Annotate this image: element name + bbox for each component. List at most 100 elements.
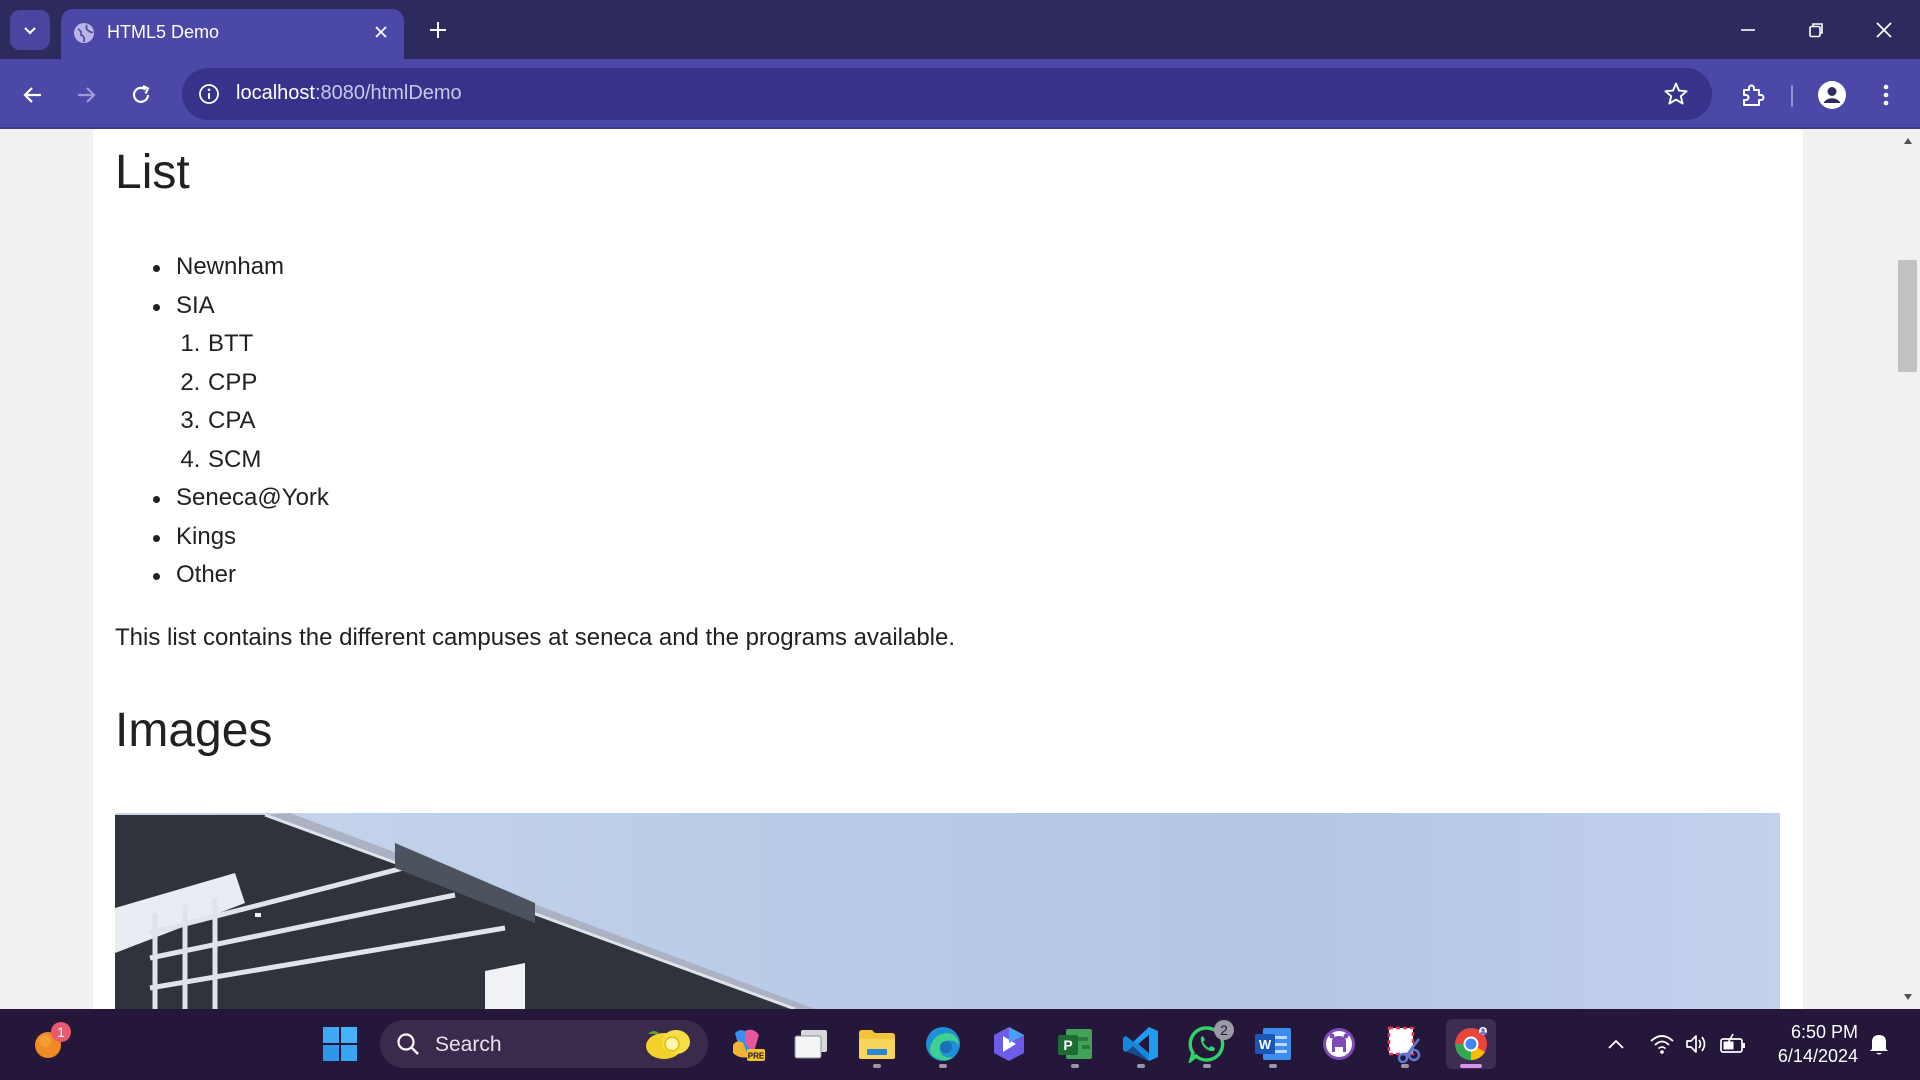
chrome-icon [1455,1027,1487,1061]
tab-search-button[interactable] [10,10,50,50]
page-viewport: List Newnham SIA 1. BTT 2. CPP 3. CPA 4.… [0,129,1920,1009]
address-bar[interactable]: localhost:8080/htmlDemo [182,68,1712,120]
taskbar-app-whatsapp[interactable]: 2 [1182,1019,1234,1069]
widgets-button[interactable]: 1 [23,1019,73,1069]
search-placeholder: Search [435,1033,502,1056]
forward-button[interactable] [66,75,106,115]
sub-list-number: 4. [180,445,207,473]
show-hidden-icons-button[interactable] [1601,1027,1631,1061]
taskbar-app-file-explorer[interactable] [852,1019,902,1069]
bing-icon [994,1027,1024,1061]
taskbar-search[interactable]: Search [380,1020,708,1068]
running-indicator [1203,1064,1211,1068]
windows-logo-icon [323,1027,357,1061]
list-item: Kings [115,522,329,561]
minimize-button[interactable] [1728,14,1768,46]
sub-list-item: 2. CPP [115,368,329,407]
profile-button[interactable] [1812,75,1852,115]
list-description: This list contains the different campuse… [115,624,956,651]
task-view-icon [794,1030,827,1059]
taskbar-app-bing[interactable] [984,1019,1034,1069]
bookmark-button[interactable] [1662,80,1690,108]
running-indicator [939,1064,947,1068]
running-indicator [1269,1064,1277,1068]
new-tab-button[interactable] [424,16,452,44]
volume-button[interactable] [1681,1027,1711,1061]
site-info-button[interactable] [194,79,224,109]
taskbar: 1 Search PRE P 2 W 6:50 PM 6/14/2024 [0,1009,1920,1080]
star-icon [1664,82,1688,105]
sub-list-item: 4. SCM [115,445,329,484]
browser-tab[interactable]: HTML5 Demo [61,9,404,59]
bullet [153,303,160,311]
scroll-thumb[interactable] [1898,260,1917,372]
triangle-up-icon [1903,138,1912,144]
chevron-down-icon [24,27,36,35]
bullet [153,573,160,580]
list-heading: List [115,146,190,199]
battery-button[interactable] [1718,1027,1748,1061]
scroll-up-button[interactable] [1895,129,1920,153]
arrow-right-icon [78,87,96,103]
running-indicator [873,1064,881,1068]
taskbar-app-vscode[interactable] [1116,1019,1166,1069]
notification-badge: 1 [51,1022,71,1042]
scroll-down-button[interactable] [1895,985,1920,1009]
url-text[interactable]: localhost:8080/htmlDemo [236,82,462,105]
plus-icon [430,22,446,38]
extensions-button[interactable] [1733,75,1773,115]
word-icon: W [1255,1028,1291,1060]
edge-icon [926,1027,960,1061]
list-item: Newnham [115,252,329,291]
taskbar-app-snipping-tool[interactable] [1380,1019,1430,1069]
puzzle-icon [1743,84,1765,106]
more-vertical-icon [1883,84,1889,106]
taskbar-app-copilot[interactable]: PRE [721,1019,771,1069]
speaker-icon [1686,1035,1706,1053]
tab-title: HTML5 Demo [107,22,220,42]
close-icon [1876,22,1892,38]
list-item-label: Kings [176,522,237,550]
tab-strip: HTML5 Demo [0,0,1920,59]
campus-list: Newnham SIA 1. BTT 2. CPP 3. CPA 4. SCM … [115,252,329,599]
sub-list-item-label: CPA [208,407,256,434]
system-clock[interactable]: 6:50 PM 6/14/2024 [1762,1020,1858,1068]
snipping-tool-icon [1387,1026,1421,1063]
taskbar-app-edge[interactable] [918,1019,968,1069]
notification-badge: 2 [1214,1020,1234,1040]
triangle-down-icon [1903,994,1912,1000]
back-button[interactable] [13,75,53,115]
network-button[interactable] [1647,1027,1677,1061]
sub-list-item: 1. BTT [115,329,329,368]
profile-icon [1818,81,1846,109]
notifications-button[interactable] [1864,1027,1894,1061]
chevron-up-icon [1608,1039,1624,1049]
close-window-button[interactable] [1864,14,1904,46]
start-button[interactable] [315,1019,365,1069]
taskbar-app-project[interactable]: P [1050,1019,1100,1069]
page-container: List Newnham SIA 1. BTT 2. CPP 3. CPA 4.… [93,129,1803,1009]
taskbar-app-task-view[interactable] [786,1019,836,1069]
clock-time: 6:50 PM [1790,1022,1858,1042]
svg-text:P: P [1063,1037,1072,1053]
sub-list-number: 2. [180,368,207,396]
reload-button[interactable] [121,75,161,115]
sub-list-number: 3. [180,407,207,434]
project-icon: P [1058,1029,1092,1059]
browser-menu-button[interactable] [1866,75,1906,115]
browser-toolbar: localhost:8080/htmlDemo [0,59,1920,129]
taskbar-app-word[interactable]: W [1248,1019,1298,1069]
running-indicator [1137,1064,1145,1068]
toolbar-separator [1791,85,1793,107]
tab-close-button[interactable] [370,21,392,43]
vertical-scrollbar[interactable] [1895,129,1920,1009]
taskbar-app-github[interactable] [1314,1019,1364,1069]
list-item: Seneca@York [115,483,329,522]
url-path: :8080/htmlDemo [314,82,462,104]
globe-icon [74,23,94,43]
restore-button[interactable] [1796,14,1836,46]
bullet [153,496,160,503]
taskbar-app-chrome[interactable] [1446,1019,1496,1069]
sub-list-item: 3. CPA [115,406,329,445]
file-explorer-icon [859,1030,895,1059]
